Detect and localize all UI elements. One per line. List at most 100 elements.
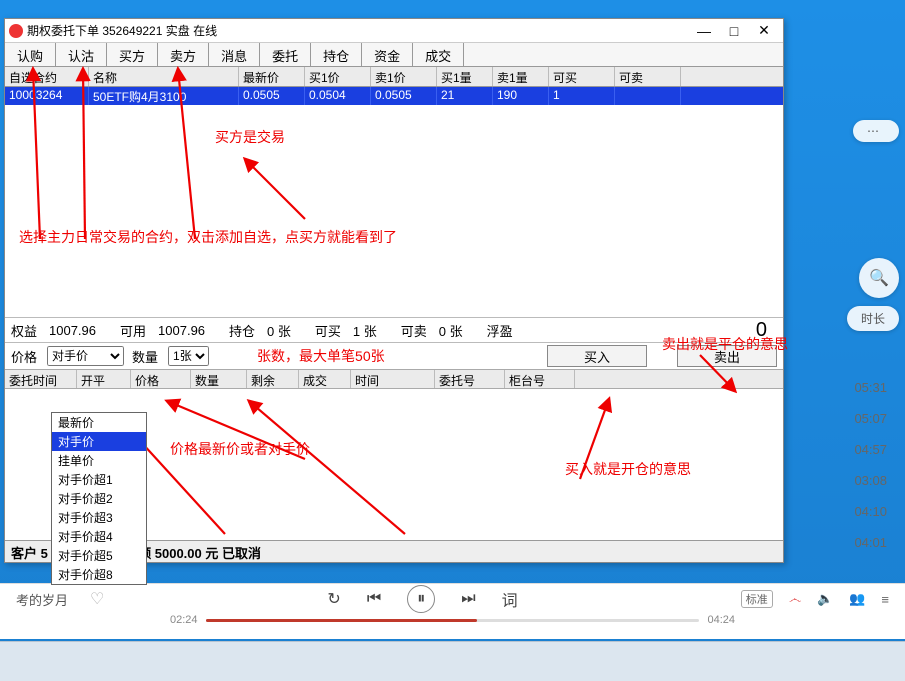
time-total: 04:24 [707,614,735,626]
titlebar: 期权委托下单 352649221 实盘 在线 — □ ✕ [5,19,783,43]
play-pause-button[interactable]: ⏸ [407,585,435,613]
grid-col-header[interactable]: 卖1价 [371,67,437,86]
app-icon [9,24,23,38]
orders-col-header[interactable]: 成交 [299,370,351,388]
tab-2[interactable]: 买方 [107,43,158,66]
progress-slider[interactable] [206,619,700,622]
grid-cell: 10003264 [5,87,89,105]
grid-header: 自选合约名称最新价买1价卖1价买1量卖1量可买可卖 [5,67,783,87]
grid-col-header[interactable]: 可卖 [615,67,681,86]
tab-7[interactable]: 资金 [362,43,413,66]
orders-col-header[interactable]: 价格 [131,370,191,388]
table-row[interactable]: 1000326450ETF购4月31000.05050.05040.050521… [5,87,783,105]
grid-body[interactable]: 1000326450ETF购4月31000.05050.05040.050521… [5,87,783,317]
list-item[interactable]: 05:07 [854,411,887,426]
tab-5[interactable]: 委托 [260,43,311,66]
grid-cell: 0.0505 [371,87,437,105]
grid-col-header[interactable]: 最新价 [239,67,305,86]
grid-cell: 1 [549,87,615,105]
grid-col-header[interactable]: 买1价 [305,67,371,86]
float-value: 0 [756,319,767,342]
heart-icon[interactable]: ♡ [90,589,104,609]
list-item[interactable]: 03:08 [854,473,887,488]
list-item[interactable]: 04:01 [854,535,887,550]
side-chip-lyric[interactable]: ⋯ [853,120,899,142]
price-option[interactable]: 对手价超4 [52,527,146,546]
effects-icon[interactable]: ෴ [789,591,801,607]
tab-8[interactable]: 成交 [413,43,464,66]
search-icon: 🔍 [869,268,889,288]
search-circle-button[interactable]: 🔍 [859,258,899,298]
orders-col-header[interactable]: 时间 [351,370,435,388]
canbuy-value: 1 张 [353,321,377,340]
windows-taskbar[interactable] [0,641,905,681]
list-item[interactable]: 04:57 [854,442,887,457]
volume-icon[interactable]: 🔈 [817,591,833,607]
tabs-bar: 认购认沽买方卖方消息委托持仓资金成交 [5,43,783,67]
orders-col-header[interactable]: 数量 [191,370,247,388]
lyric-button[interactable]: 词 [502,587,518,611]
orders-col-header[interactable]: 开平 [77,370,131,388]
close-button[interactable]: ✕ [749,22,779,39]
sell-button[interactable]: 卖出 [677,345,777,367]
tab-1[interactable]: 认沽 [56,43,107,66]
grid-cell: 21 [437,87,493,105]
buy-button[interactable]: 买入 [547,345,647,367]
tab-0[interactable]: 认购 [5,43,56,66]
cansell-label: 可卖 [401,321,427,340]
list-item[interactable]: 04:10 [854,504,887,519]
qty-label: 数量 [132,347,158,366]
playlist-icon[interactable]: ≡ [881,592,889,607]
annotation-select-contract: 选择主力日常交易的合约，双击添加自选，点买方就能看到了 [19,227,397,247]
together-icon[interactable]: 👥 [849,591,865,607]
time-current: 02:24 [170,614,198,626]
tab-6[interactable]: 持仓 [311,43,362,66]
price-option[interactable]: 对手价超8 [52,565,146,584]
list-item[interactable]: 05:31 [854,380,887,395]
grid-cell: 50ETF购4月3100 [89,87,239,105]
price-option[interactable]: 对手价超3 [52,508,146,527]
pos-label: 持仓 [229,321,255,340]
prev-track-icon[interactable]: ⏮ [367,590,381,608]
avail-value: 1007.96 [158,323,205,338]
price-option[interactable]: 对手价超5 [52,546,146,565]
annotation-buy-open: 买入就是开仓的意思 [565,459,691,479]
price-option[interactable]: 对手价 [52,432,146,451]
next-track-icon[interactable]: ⏭ [461,590,475,608]
tab-4[interactable]: 消息 [209,43,260,66]
minimize-button[interactable]: — [689,23,719,39]
account-info-strip: 权益 1007.96 可用 1007.96 持仓 0 张 可买 1 张 可卖 0… [5,317,783,343]
orders-col-header[interactable]: 剩余 [247,370,299,388]
canbuy-label: 可买 [315,321,341,340]
tab-3[interactable]: 卖方 [158,43,209,66]
grid-col-header[interactable]: 买1量 [437,67,493,86]
annotation-qty: 张数，最大单笔50张 [257,346,385,366]
loop-icon[interactable]: ↻ [327,589,340,609]
price-label: 价格 [11,347,37,366]
price-select[interactable]: 最新价对手价挂单价对手价超1对手价超2对手价超3对手价超4对手价超5对手价超8 [47,346,124,366]
annotation-buy-side: 买方是交易 [215,127,285,147]
annotation-price: 价格最新价或者对手价 [170,439,310,459]
price-option[interactable]: 对手价超1 [52,470,146,489]
grid-col-header[interactable]: 自选合约 [5,67,89,86]
side-time-list: 05:31 05:07 04:57 03:08 04:10 04:01 [854,380,887,550]
orders-col-header[interactable]: 柜台号 [505,370,575,388]
orders-col-header[interactable]: 委托时间 [5,370,77,388]
price-option[interactable]: 挂单价 [52,451,146,470]
side-chip-duration: 时长 [847,306,899,331]
progress-bar-row: 02:24 04:24 [0,614,905,626]
song-title: 考的岁月 [16,590,68,609]
grid-cell: 0.0504 [305,87,371,105]
price-option[interactable]: 最新价 [52,413,146,432]
price-dropdown-open[interactable]: 最新价对手价挂单价对手价超1对手价超2对手价超3对手价超4对手价超5对手价超8 [51,412,147,585]
price-option[interactable]: 对手价超2 [52,489,146,508]
quality-badge[interactable]: 标准 [741,590,773,608]
equity-label: 权益 [11,321,37,340]
maximize-button[interactable]: □ [719,23,749,39]
qty-select[interactable]: 1张 [168,346,209,366]
grid-col-header[interactable]: 可买 [549,67,615,86]
avail-label: 可用 [120,321,146,340]
orders-col-header[interactable]: 委托号 [435,370,505,388]
grid-col-header[interactable]: 卖1量 [493,67,549,86]
grid-col-header[interactable]: 名称 [89,67,239,86]
